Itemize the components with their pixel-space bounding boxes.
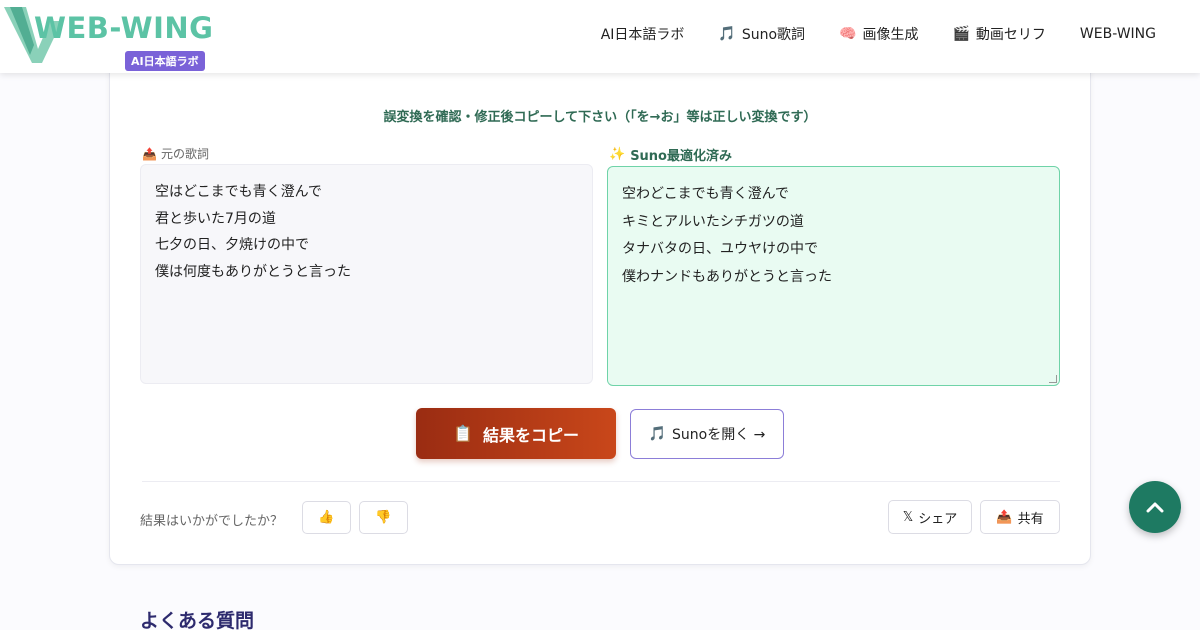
optimized-lyrics-label: ✨ Suno最適化済み [609, 145, 732, 164]
share-button[interactable]: 📤 共有 [980, 500, 1060, 534]
clipboard-icon: 📋 [453, 424, 473, 443]
nav-item-label: WEB-WING [1079, 26, 1156, 42]
lyric-line: 僕は何度もありがとうと言った [155, 263, 351, 280]
clapperboard-icon: 🎬 [952, 26, 970, 42]
scroll-to-top-button[interactable] [1129, 481, 1181, 533]
instruction-text: 誤変換を確認・修正後コピーして下さい（「を→お」等は正しい変換です） [383, 110, 817, 125]
nav-item-ai-lab[interactable]: AI日本語ラボ [601, 24, 685, 44]
thumbs-up-icon: 👍 [318, 510, 335, 525]
optimized-lyrics-label-text: Suno最適化済み [630, 149, 732, 164]
faq-heading: よくある質問 [140, 610, 255, 630]
divider [142, 481, 1060, 482]
logo-text: WEB-WING [34, 11, 214, 45]
lyric-line: タナバタの日、ユウヤけの中で [622, 241, 818, 257]
open-suno-label: Sunoを開く → [672, 427, 766, 443]
feedback-question: 結果はいかがでしたか？ [140, 514, 284, 529]
open-suno-button[interactable]: 🎵 Sunoを開く → [630, 409, 784, 459]
copy-result-button[interactable]: 📋 結果をコピー [416, 408, 616, 459]
nav-item-image-generation[interactable]: 🧠 画像生成 [839, 24, 918, 44]
x-logo-icon: 𝕏 [902, 509, 914, 525]
share-x-label: シェア [918, 511, 958, 527]
thumbs-up-button[interactable]: 👍 [302, 501, 351, 534]
main-nav: AI日本語ラボ 🎵 Suno歌詞 🧠 画像生成 🎬 動画セリフ WEB-WING [601, 24, 1156, 44]
nav-item-label: AI日本語ラボ [600, 27, 685, 43]
original-lyrics-label-text: 元の歌詞 [160, 147, 209, 161]
outbox-icon: 📤 [996, 509, 1013, 525]
thumbs-down-button[interactable]: 👎 [359, 501, 408, 534]
lyric-line: 空はどこまでも青く澄んで [155, 184, 322, 200]
original-lyrics-label: 📤 元の歌詞 [142, 145, 209, 162]
music-note-icon: 🎵 [718, 26, 736, 42]
nav-item-label: 画像生成 [862, 27, 919, 43]
lyric-line: 君と歩いた7月の道 [155, 210, 276, 227]
original-lyrics-box[interactable]: 空はどこまでも青く澄んで 君と歩いた7月の道 七夕の日、夕焼けの中で 僕は何度も… [140, 164, 593, 384]
music-note-icon: 🎵 [648, 426, 667, 442]
outbox-icon: 📤 [142, 146, 157, 161]
chevron-up-icon [1146, 502, 1164, 513]
brain-icon: 🧠 [839, 26, 857, 42]
resize-handle[interactable] [1049, 375, 1057, 383]
site-logo[interactable]: WEB-WING AI日本語ラボ [4, 3, 214, 71]
lyric-line: 空わどこまでも青く澄んで [622, 186, 789, 202]
share-x-button[interactable]: 𝕏 シェア [888, 500, 972, 534]
lyric-line: キミとアルいたシチガツの道 [622, 213, 804, 230]
logo-badge: AI日本語ラボ [125, 51, 205, 71]
share-label: 共有 [1017, 511, 1044, 527]
thumbs-down-icon: 👎 [375, 510, 392, 525]
lyric-line: 七夕の日、夕焼けの中で [155, 237, 309, 253]
optimized-lyrics-textarea[interactable]: 空わどこまでも青く澄んで キミとアルいたシチガツの道 タナバタの日、ユウヤけの中… [607, 166, 1060, 386]
lyric-line: 僕わナンドもありがとうと言った [622, 268, 832, 285]
copy-result-label: 結果をコピー [482, 425, 579, 445]
sparkles-icon: ✨ [609, 147, 626, 162]
nav-item-label: Suno歌詞 [741, 27, 806, 43]
site-header: WEB-WING AI日本語ラボ AI日本語ラボ 🎵 Suno歌詞 🧠 画像生成… [0, 0, 1200, 73]
nav-item-label: 動画セリフ [975, 27, 1046, 43]
nav-item-web-wing[interactable]: WEB-WING [1080, 24, 1156, 44]
nav-item-suno-lyrics[interactable]: 🎵 Suno歌詞 [718, 24, 805, 44]
nav-item-video-dialogue[interactable]: 🎬 動画セリフ [952, 24, 1045, 44]
